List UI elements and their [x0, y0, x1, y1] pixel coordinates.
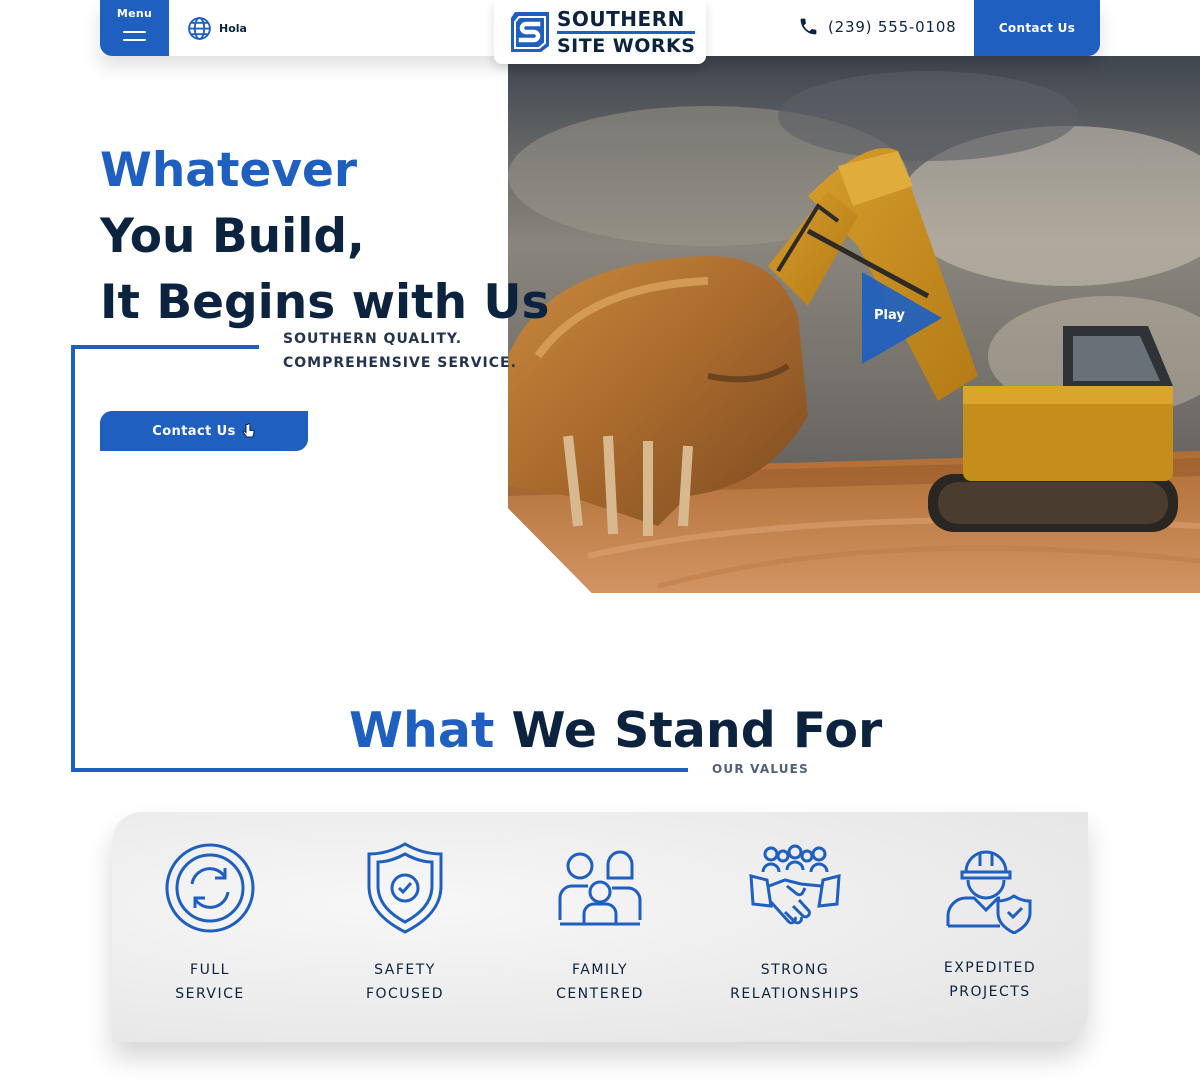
handshake-icon	[749, 844, 841, 925]
values-subtitle: OUR VALUES	[712, 762, 809, 776]
menu-button[interactable]: Menu	[100, 0, 169, 56]
tagline-line2: COMPREHENSIVE SERVICE.	[283, 355, 517, 371]
value-label-line2: RELATIONSHIPS	[730, 986, 860, 1002]
values-section-title: What We Stand For	[349, 698, 882, 764]
hamburger-icon	[123, 31, 146, 41]
phone-link[interactable]: (239) 555-0108	[798, 16, 957, 37]
values-card: FULL SERVICE SAFETY FOCUSED FAMILY CENTE…	[112, 812, 1088, 1042]
hero-headline: Whatever You Build, It Begins with Us	[100, 138, 550, 336]
value-label-line1: EXPEDITED	[943, 960, 1037, 976]
value-label-line1: FULL	[190, 962, 230, 978]
hero-excavator-image	[508, 56, 1200, 593]
phone-icon	[800, 18, 817, 35]
hero-tagline: SOUTHERN QUALITY. COMPREHENSIVE SERVICE.	[283, 327, 517, 375]
globe-icon	[188, 16, 211, 40]
value-item-family-centered: FAMILY CENTERED	[502, 842, 698, 1006]
menu-label: Menu	[116, 7, 153, 20]
value-item-safety-focused: SAFETY FOCUSED	[307, 842, 503, 1006]
headline-line2: You Build,	[100, 209, 365, 264]
shield-check-icon	[367, 842, 443, 934]
pointer-cursor-icon	[242, 422, 255, 437]
headline-line1: Whatever	[100, 143, 358, 198]
excavator-illustration	[508, 56, 1200, 593]
value-item-strong-relationships: STRONG RELATIONSHIPS	[697, 842, 893, 1006]
hero-contact-label: Contact Us	[152, 423, 236, 439]
worker-icon	[946, 850, 1032, 934]
value-label-line1: FAMILY	[571, 962, 629, 978]
value-label-line1: SAFETY	[374, 962, 436, 978]
logo[interactable]: SOUTHERN SITE WORKS	[494, 0, 706, 64]
phone-number: (239) 555-0108	[828, 17, 957, 36]
decorative-frame-top	[71, 345, 259, 349]
logo-mark-icon	[511, 12, 549, 52]
family-icon	[558, 850, 642, 926]
value-label-line1: STRONG	[760, 962, 830, 978]
header-contact-button[interactable]: Contact Us	[974, 0, 1100, 56]
value-item-full-service: FULL SERVICE	[112, 842, 308, 1006]
play-video-button[interactable]: Play	[862, 272, 942, 364]
logo-line1: SOUTHERN	[557, 9, 696, 34]
value-label-line2: CENTERED	[556, 986, 644, 1002]
value-label-line2: SERVICE	[175, 986, 245, 1002]
hero-contact-button[interactable]: Contact Us	[100, 411, 308, 451]
decorative-frame-left	[71, 345, 75, 772]
refresh-circle-icon	[165, 843, 255, 933]
play-label: Play	[874, 308, 905, 323]
decorative-frame-bottom	[71, 768, 688, 772]
logo-line2: SITE WORKS	[557, 34, 696, 57]
value-label-line2: PROJECTS	[949, 984, 1031, 1000]
value-label-line2: FOCUSED	[365, 986, 445, 1002]
language-label: Hola	[219, 21, 247, 35]
values-title-part1: What	[349, 702, 495, 759]
tagline-line1: SOUTHERN QUALITY.	[283, 331, 463, 347]
language-switch[interactable]: Hola	[187, 15, 247, 41]
value-item-expedited-projects: EXPEDITED PROJECTS	[892, 842, 1088, 1004]
site-header: Menu Hola SOUTHERN SITE WORKS (239) 555-…	[100, 0, 1100, 64]
values-title-part2: We Stand For	[511, 702, 883, 759]
